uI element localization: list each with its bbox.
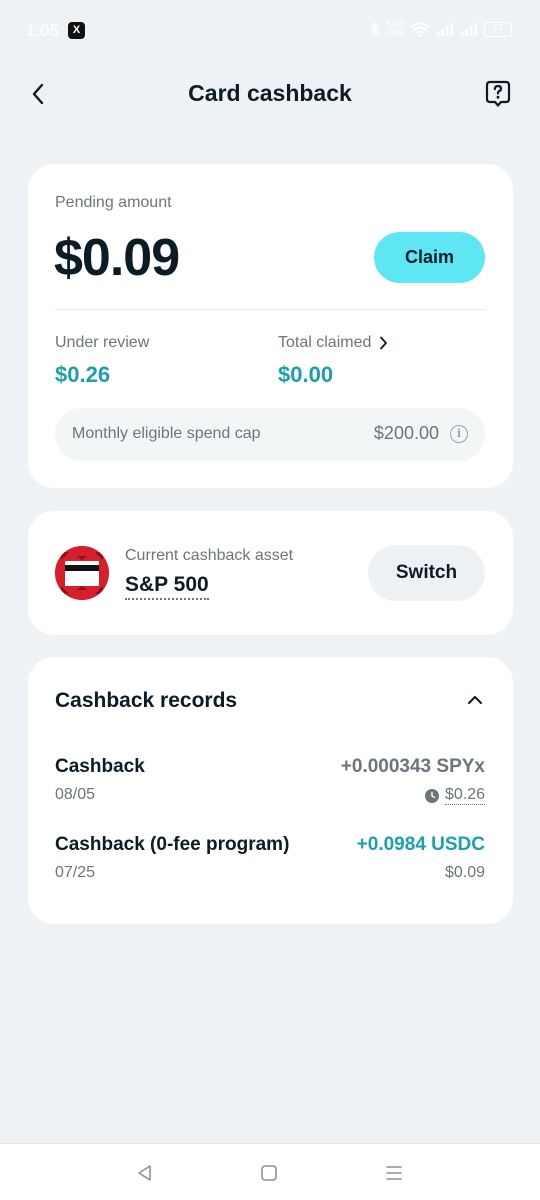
collapse-button[interactable]: [465, 690, 485, 710]
record-fiat-row: $0.26: [424, 786, 485, 805]
square-home-icon: [261, 1165, 277, 1181]
clock-icon: [424, 788, 439, 803]
wifi-icon: [410, 22, 430, 37]
cashback-asset-card: Current cashback asset S&P 500 Switch: [28, 511, 513, 635]
pending-amount-label: Pending amount: [55, 194, 172, 211]
header: Card cashback: [0, 62, 540, 126]
page-title: Card cashback: [188, 80, 352, 106]
record-fiat-row: $0.09: [445, 864, 485, 882]
under-review-value: $0.26: [55, 362, 111, 387]
total-claimed-link[interactable]: Total claimed $0.00: [278, 334, 388, 388]
help-button[interactable]: [484, 80, 512, 108]
triangle-back-icon: [138, 1165, 151, 1181]
record-row[interactable]: Cashback 08/05 +0.000343 SPYx $0.26: [55, 756, 485, 812]
nav-home-button[interactable]: [258, 1162, 280, 1184]
signal-icon: [461, 23, 477, 36]
record-title: Cashback: [55, 756, 145, 777]
bluetooth-icon: [370, 21, 380, 37]
record-title: Cashback (0-fee program): [55, 834, 290, 855]
record-amount: +0.0984 USDC: [356, 834, 485, 855]
records-title: Cashback records: [55, 689, 238, 712]
switch-button[interactable]: Switch: [368, 545, 485, 601]
status-time: 1:05: [26, 21, 60, 40]
total-claimed-label: Total claimed: [278, 334, 372, 351]
pending-amount-value: $0.09: [54, 229, 180, 287]
status-icons: 5.00 KB/S 77: [370, 20, 512, 38]
nav-back-button[interactable]: [134, 1162, 156, 1184]
under-review-label: Under review: [55, 334, 150, 351]
cashback-asset-label: Current cashback asset: [125, 547, 294, 564]
signal-icon: [437, 23, 453, 36]
system-nav-bar: [0, 1143, 540, 1200]
cashback-records-card: Cashback records Cashback 08/05 +0.00034…: [28, 657, 513, 924]
spend-cap-value: $200.00: [373, 423, 439, 443]
x-app-icon: X: [68, 22, 85, 39]
record-amount: +0.000343 SPYx: [340, 756, 485, 777]
record-fiat: $0.26: [444, 786, 485, 805]
info-icon[interactable]: i: [450, 425, 468, 443]
question-icon: [485, 80, 511, 107]
menu-lines-icon: [386, 1166, 402, 1180]
record-row[interactable]: Cashback (0-fee program) 07/25 +0.0984 U…: [55, 834, 485, 890]
cashback-asset-name[interactable]: S&P 500: [125, 573, 209, 600]
network-speed: 5.00 KB/S: [386, 19, 404, 38]
record-date: 07/25: [55, 864, 96, 881]
nav-recents-button[interactable]: [383, 1162, 405, 1184]
total-claimed-value: $0.00: [278, 362, 334, 387]
claim-button[interactable]: Claim: [374, 232, 485, 283]
spend-cap-label: Monthly eligible spend cap: [72, 425, 261, 442]
record-date: 08/05: [55, 786, 96, 803]
total-claimed-label-row: Total claimed: [278, 334, 388, 352]
chevron-right-icon: [380, 336, 388, 350]
under-review-stat: Under review $0.26: [55, 334, 149, 388]
chevron-up-icon: [468, 696, 482, 704]
pending-card: Pending amount $0.09 Claim Under review …: [28, 164, 513, 488]
spend-cap-row: Monthly eligible spend cap $200.00 i: [55, 408, 485, 461]
battery-icon: 77: [484, 21, 512, 37]
status-bar: 1:05 X 5.00 KB/S 77: [0, 0, 540, 62]
record-fiat: $0.09: [444, 864, 485, 881]
sp500-logo-icon: [55, 546, 109, 600]
divider: [55, 309, 485, 310]
